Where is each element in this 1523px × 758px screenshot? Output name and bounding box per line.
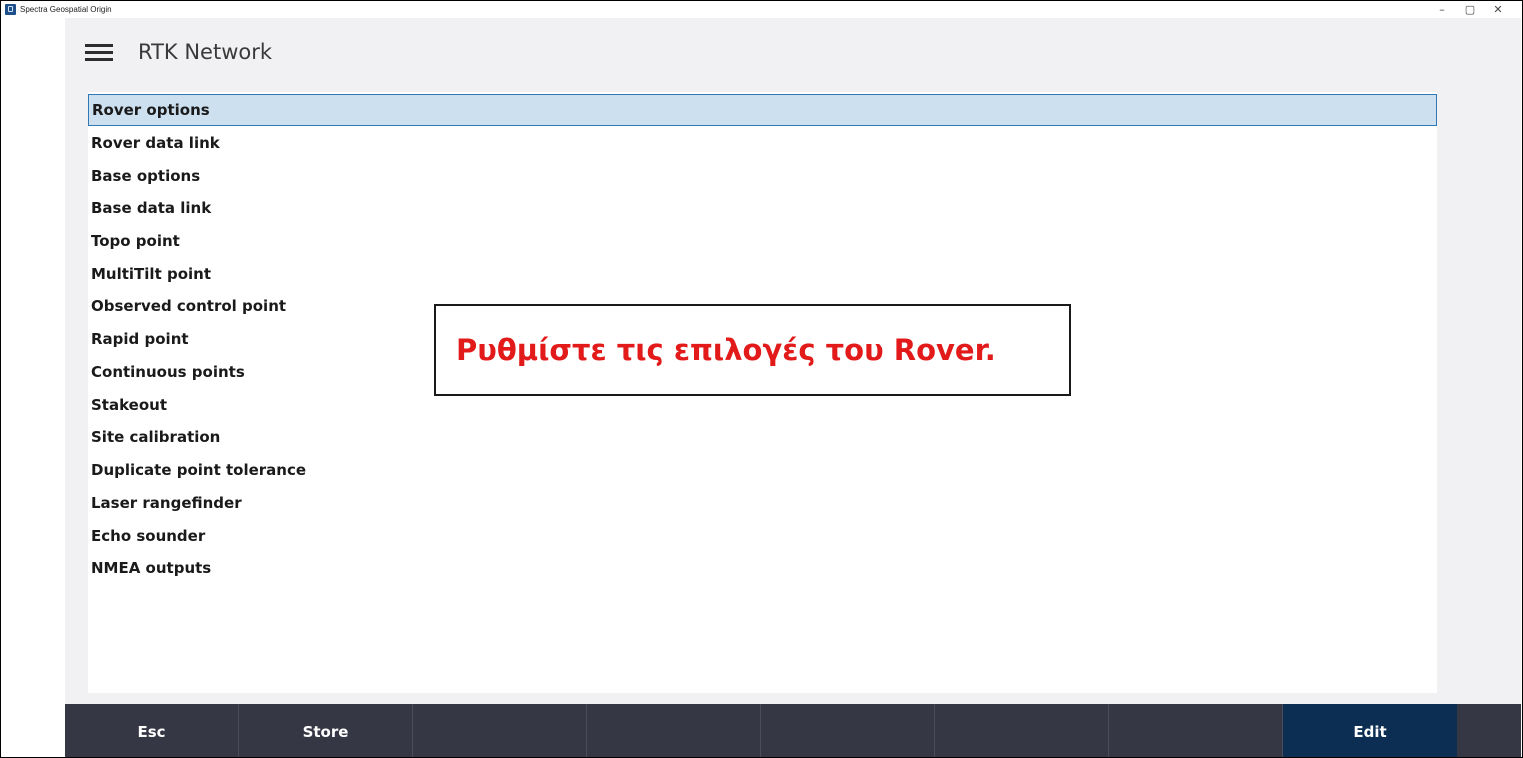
minimize-icon[interactable]: – xyxy=(1428,1,1456,17)
list-item-label: Rover options xyxy=(92,101,210,119)
close-icon[interactable]: ✕ xyxy=(1484,1,1512,17)
softkey-label: Store xyxy=(302,722,349,741)
list-item-label: Topo point xyxy=(91,232,180,250)
list-item-label: Continuous points xyxy=(91,363,245,381)
list-item[interactable]: Duplicate point tolerance xyxy=(88,454,1437,486)
list-item-label: Echo sounder xyxy=(91,527,206,545)
softkey-empty-button[interactable] xyxy=(587,704,761,757)
list-item[interactable]: Rover options xyxy=(88,94,1437,126)
list-item-label: Laser rangefinder xyxy=(91,494,242,512)
list-item-label: Rapid point xyxy=(91,330,189,348)
list-item[interactable]: Base data link xyxy=(88,192,1437,224)
softkey-bar: Esc Store Edit xyxy=(65,704,1521,757)
list-item[interactable]: NMEA outputs xyxy=(88,552,1437,584)
window-title: Spectra Geospatial Origin xyxy=(20,4,112,14)
list-item[interactable]: Laser rangefinder xyxy=(88,487,1437,519)
window-controls: – ▢ ✕ xyxy=(1428,1,1512,17)
app-window: Spectra Geospatial Origin – ▢ ✕ RTK Netw… xyxy=(0,0,1523,758)
list-item-label: Duplicate point tolerance xyxy=(91,461,307,479)
softkey-esc-button[interactable]: Esc xyxy=(65,704,239,757)
callout-text: Ρυθμίστε τις επιλογές του Rover. xyxy=(456,333,996,367)
app-icon xyxy=(5,3,16,15)
list-item-label: Stakeout xyxy=(91,396,167,414)
softkey-store-button[interactable]: Store xyxy=(239,704,413,757)
list-item-label: Observed control point xyxy=(91,297,287,315)
list-item[interactable]: Rover data link xyxy=(88,127,1437,159)
restore-icon[interactable]: ▢ xyxy=(1456,1,1484,17)
list-item[interactable]: Site calibration xyxy=(88,421,1437,453)
softkey-edit-button[interactable]: Edit xyxy=(1283,704,1457,757)
softkey-empty-button[interactable] xyxy=(935,704,1109,757)
softkey-label: Edit xyxy=(1353,722,1387,741)
list-item-label: Base data link xyxy=(91,199,212,217)
list-item[interactable]: Topo point xyxy=(88,225,1437,257)
list-item-label: Rover data link xyxy=(91,134,220,152)
list-item[interactable]: Base options xyxy=(88,160,1437,192)
softkey-empty-button[interactable] xyxy=(761,704,935,757)
softkey-empty-button[interactable] xyxy=(1109,704,1283,757)
list-item-label: Base options xyxy=(91,167,201,185)
title-bar: Spectra Geospatial Origin – ▢ ✕ xyxy=(1,1,1522,17)
softkey-label: Esc xyxy=(137,722,166,741)
list-item-label: Site calibration xyxy=(91,428,221,446)
page-title: RTK Network xyxy=(138,40,273,64)
list-item-label: MultiTilt point xyxy=(91,265,211,283)
hamburger-menu-icon[interactable] xyxy=(85,42,113,64)
softkey-empty-button[interactable] xyxy=(413,704,587,757)
list-item-label: NMEA outputs xyxy=(91,559,212,577)
list-item[interactable]: Echo sounder xyxy=(88,520,1437,552)
list-item[interactable]: MultiTilt point xyxy=(88,258,1437,290)
instruction-callout: Ρυθμίστε τις επιλογές του Rover. xyxy=(434,304,1071,396)
